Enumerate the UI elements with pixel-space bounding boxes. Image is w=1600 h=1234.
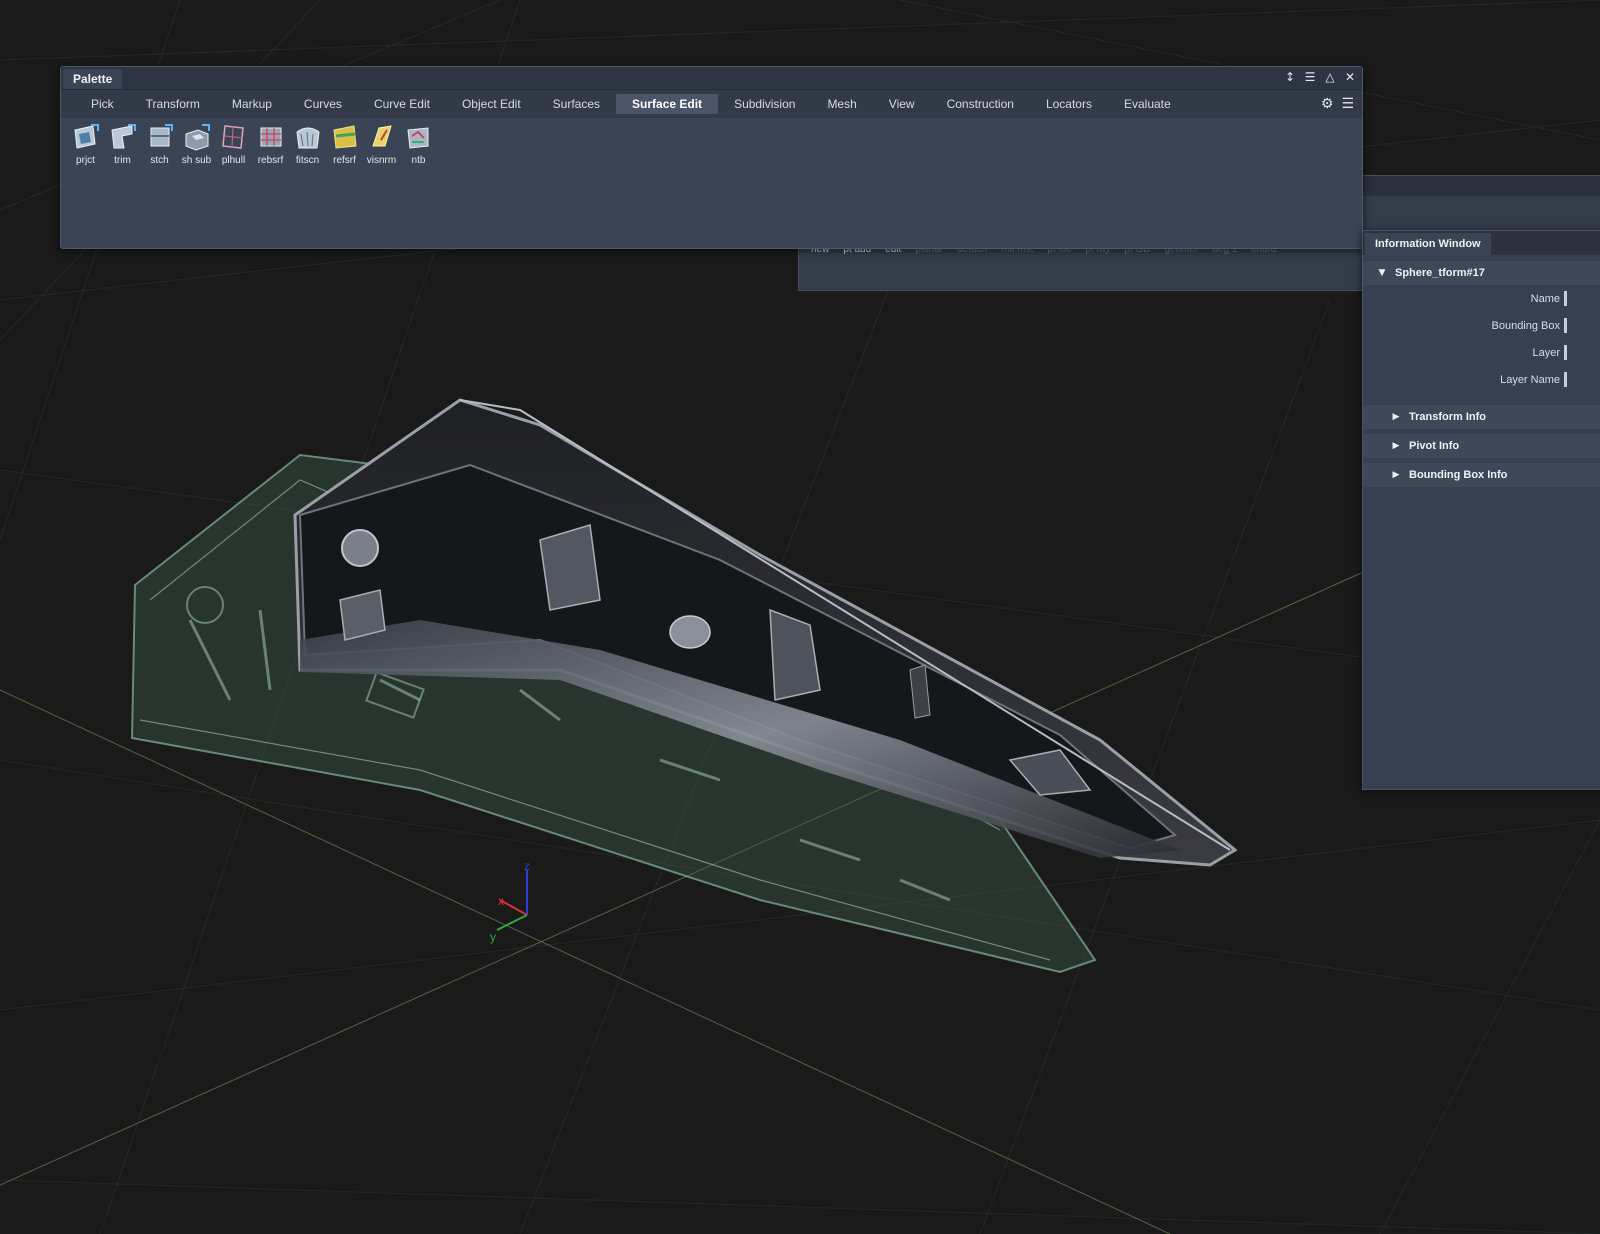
field-label: Name (1530, 292, 1560, 305)
palette-window: Palette ↕ ☰ △ ✕ Pick Transform Markup Cu… (60, 66, 1363, 249)
tool-rebsrf[interactable]: rebsrf (252, 122, 289, 166)
tab-curve-edit[interactable]: Curve Edit (358, 94, 446, 114)
section-pivot-info[interactable]: ▶ Pivot Info (1363, 434, 1600, 458)
tab-subdivision[interactable]: Subdivision (718, 94, 811, 114)
tab-markup[interactable]: Markup (216, 94, 288, 114)
info-window-title: Information Window (1365, 233, 1491, 255)
tab-surface-edit[interactable]: Surface Edit (616, 94, 719, 114)
field-input-edge[interactable] (1564, 372, 1567, 387)
visualize-normals-icon (371, 125, 392, 147)
palette-tabbar: Pick Transform Markup Curves Curve Edit … (61, 90, 1362, 118)
project-icon (73, 124, 99, 149)
field-label: Bounding Box (1491, 319, 1561, 332)
tool-label: plhull (221, 155, 246, 166)
tool-row: prjct trim stch sh sub plhull rebsrf fit… (61, 118, 1362, 166)
collapsed-arrow-icon: ▶ (1392, 470, 1400, 480)
rebuild-surface-icon (260, 127, 281, 147)
tool-label: trim (114, 155, 131, 166)
section-label: Pivot Info (1409, 440, 1460, 452)
tab-evaluate[interactable]: Evaluate (1108, 94, 1187, 114)
section-label: Bounding Box Info (1409, 469, 1508, 481)
shell-subtract-icon (185, 124, 210, 151)
collapse-icon[interactable]: △ (1324, 69, 1336, 85)
object-section-header[interactable]: ▼ Sphere_tform#17 (1363, 261, 1600, 285)
section-bounding-box-info[interactable]: ▶ Bounding Box Info (1363, 463, 1600, 487)
polyhull-icon (221, 125, 244, 149)
tool-ntb[interactable]: ntb (400, 122, 437, 166)
field-label: Layer Name (1500, 373, 1560, 386)
section-transform-info[interactable]: ▶ Transform Info (1363, 405, 1600, 429)
tool-label: ntb (411, 155, 426, 166)
palette-window-controls: ↕ ☰ △ ✕ (1284, 69, 1356, 85)
axis-label-y: y (490, 930, 496, 944)
tool-label: sh sub (181, 155, 212, 166)
tool-label: refsrf (333, 155, 356, 166)
axis-label-z: z (524, 859, 530, 873)
tab-locators[interactable]: Locators (1030, 94, 1108, 114)
field-input-edge[interactable] (1564, 318, 1567, 333)
tool-stch[interactable]: stch (141, 122, 178, 166)
tab-transform[interactable]: Transform (130, 94, 216, 114)
tab-object-edit[interactable]: Object Edit (446, 94, 537, 114)
tab-mesh[interactable]: Mesh (811, 94, 872, 114)
tab-curves[interactable]: Curves (288, 94, 358, 114)
gear-icon[interactable]: ⚙ (1321, 95, 1334, 113)
collapsed-arrow-icon: ▶ (1392, 441, 1400, 451)
palette-titlebar[interactable]: Palette ↕ ☰ △ ✕ (61, 67, 1362, 90)
tool-sh-sub[interactable]: sh sub (178, 122, 215, 166)
tool-label: fitscn (295, 155, 320, 166)
menu-list-icon[interactable]: ☰ (1304, 69, 1316, 85)
tool-label: stch (150, 155, 169, 166)
field-name: Name (1363, 285, 1600, 312)
tool-plhull[interactable]: plhull (215, 122, 252, 166)
tool-visnrm[interactable]: visnrm (363, 122, 400, 166)
stitch-icon (150, 124, 173, 147)
info-titlebar[interactable]: Information Window (1363, 231, 1600, 255)
field-layer: Layer (1363, 339, 1600, 366)
ntb-icon (406, 127, 428, 149)
fit-section-icon (295, 127, 320, 149)
axis-label-x: x (498, 894, 504, 908)
tool-prjct[interactable]: prjct (67, 122, 104, 166)
tool-label: prjct (76, 155, 95, 166)
field-input-edge[interactable] (1564, 345, 1567, 360)
expanded-arrow-icon: ▼ (1378, 268, 1386, 278)
tool-refsrf[interactable]: refsrf (326, 122, 363, 166)
tab-view[interactable]: View (873, 94, 931, 114)
palette-tab-tools: ⚙ ☰ (1321, 95, 1354, 113)
tab-surfaces[interactable]: Surfaces (537, 94, 616, 114)
field-layer-name: Layer Name (1363, 366, 1600, 393)
close-icon[interactable]: ✕ (1344, 69, 1356, 85)
info-subsections: ▶ Transform Info ▶ Pivot Info ▶ Bounding… (1363, 405, 1600, 487)
field-bounding-box: Bounding Box (1363, 312, 1600, 339)
object-name: Sphere_tform#17 (1395, 267, 1485, 279)
tab-pick[interactable]: Pick (75, 94, 130, 114)
tool-trim[interactable]: trim (104, 122, 141, 166)
reference-surface-icon (332, 125, 357, 149)
field-input-edge[interactable] (1564, 291, 1567, 306)
palette-title: Palette (63, 69, 123, 89)
hamburger-menu-icon[interactable]: ☰ (1341, 95, 1354, 113)
field-label: Layer (1532, 346, 1560, 359)
tab-construction[interactable]: Construction (931, 94, 1030, 114)
tool-label: rebsrf (257, 155, 284, 166)
collapsed-arrow-icon: ▶ (1392, 412, 1400, 422)
information-window: Information Window ▼ Sphere_tform#17 Nam… (1362, 230, 1600, 790)
tool-label: visnrm (366, 155, 397, 166)
tool-fitscn[interactable]: fitscn (289, 122, 326, 166)
section-label: Transform Info (1409, 411, 1487, 423)
resize-vertical-icon[interactable]: ↕ (1284, 69, 1296, 85)
trim-icon (110, 124, 136, 149)
